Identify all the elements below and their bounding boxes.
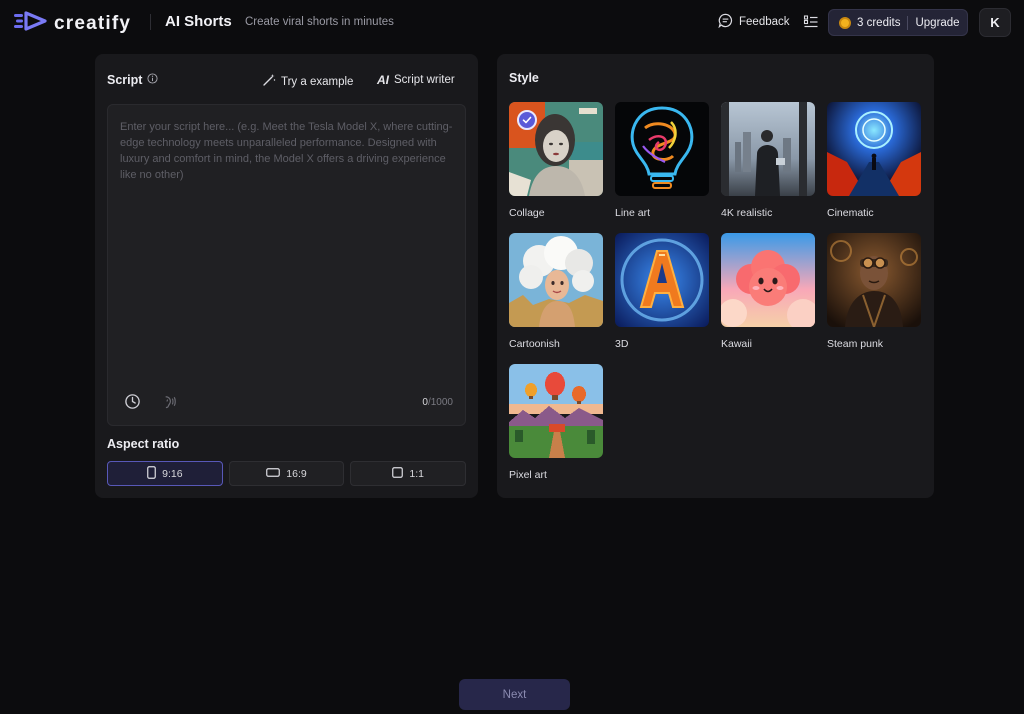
script-heading: Script [107,73,158,87]
style-thumbnail [509,102,603,196]
style-name: Cartoonish [509,338,560,350]
feedback-button[interactable]: Feedback [718,13,790,31]
aspect-option-label: 9:16 [162,467,183,480]
style-thumbnail [827,233,921,327]
script-editor: 0/1000 [107,104,466,426]
aspect-option-label: 16:9 [286,467,307,480]
credits-count: 3 credits [857,16,901,29]
style-label: Style [509,71,539,85]
script-writer-label: Script writer [394,74,455,86]
square-icon [392,466,404,481]
style-thumbnail [721,102,815,196]
landscape-icon [266,467,281,480]
script-input[interactable] [108,105,465,375]
style-thumbnail [509,364,603,458]
next-button[interactable]: Next [459,679,570,710]
info-icon[interactable] [147,73,158,87]
credits-widget[interactable]: 3 credits Upgrade [828,9,968,36]
aspect-option-label: 1:1 [409,467,424,480]
script-panel: Script Try a example AI Script writer En… [95,54,478,498]
style-option-kawaii[interactable]: Kawaii [721,233,815,364]
style-grid: Collage Line art 4K realistic Cinematic … [509,102,923,495]
style-option-cartoonish[interactable]: Cartoonish [509,233,603,364]
style-thumbnail [615,102,709,196]
aspect-option-9-16[interactable]: 9:16 [107,461,223,486]
try-example-button[interactable]: Try a example [262,73,353,90]
style-thumbnail [827,102,921,196]
page-title: AI Shorts [165,13,232,30]
style-name: Steam punk [827,338,884,350]
feedback-label: Feedback [739,16,790,28]
brand-name: creatify [54,12,132,34]
page-subtitle: Create viral shorts in minutes [245,16,394,28]
selected-check-icon [517,110,537,130]
script-writer-button[interactable]: AI Script writer [377,73,455,87]
magic-wand-icon [262,73,276,90]
aspect-ratio-label: Aspect ratio [107,437,180,451]
style-name: Cinematic [827,207,874,219]
try-example-label: Try a example [281,75,354,88]
aspect-option-16-9[interactable]: 16:9 [228,461,345,486]
style-name: 3D [615,338,629,350]
style-thumbnail [615,233,709,327]
upgrade-button[interactable]: Upgrade [915,17,959,29]
style-name: 4K realistic [721,207,773,219]
character-limit: /1000 [427,397,453,408]
logo[interactable]: creatify [14,11,131,36]
aspect-option-1-1[interactable]: 1:1 [350,461,467,486]
style-name: Collage [509,207,545,219]
top-bar: creatify AI Shorts Create viral shorts i… [0,0,1024,44]
style-option-collage[interactable]: Collage [509,102,603,233]
style-panel: Style Collage Line art 4K realistic Cine… [497,54,934,498]
character-counter: 0/1000 [422,397,453,408]
style-name: Kawaii [721,338,752,350]
style-name: Pixel art [509,469,547,481]
task-list-icon[interactable] [803,14,819,35]
style-thumbnail [721,233,815,327]
portrait-icon [147,465,156,482]
style-option-line-art[interactable]: Line art [615,102,709,233]
credits-divider [907,15,909,30]
header-divider [150,14,151,30]
ai-icon: AI [377,73,389,87]
style-option-pixel-art[interactable]: Pixel art [509,364,603,495]
feedback-icon [718,13,733,31]
creatify-logo-icon [14,11,48,36]
history-icon[interactable] [124,393,141,415]
aspect-ratio-options: 9:16 16:9 1:1 [107,461,467,486]
style-option-3d[interactable]: 3D [615,233,709,364]
script-label: Script [107,73,143,87]
style-name: Line art [615,207,651,219]
coin-icon [839,16,851,29]
style-thumbnail [509,233,603,327]
style-option-cinematic[interactable]: Cinematic [827,102,921,233]
voice-input-icon[interactable] [160,393,177,415]
avatar[interactable]: K [979,8,1011,37]
style-option-steam-punk[interactable]: Steam punk [827,233,921,364]
style-option-4k-realistic[interactable]: 4K realistic [721,102,815,233]
